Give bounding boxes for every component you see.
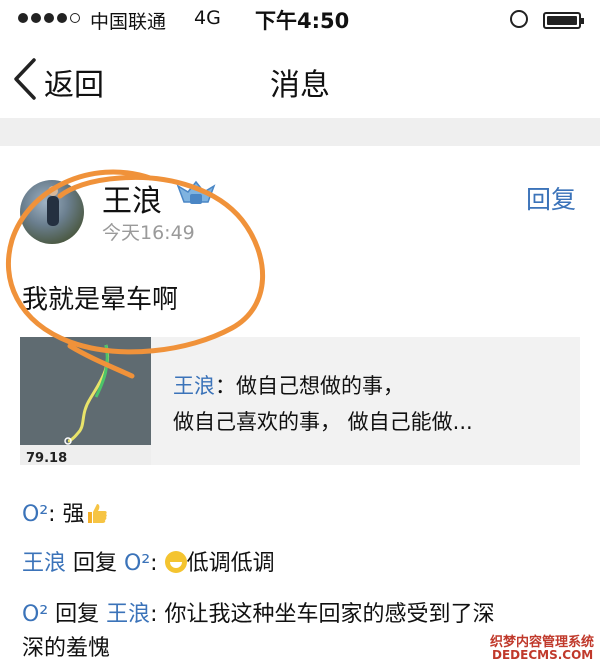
comment-text: : 强	[48, 502, 85, 527]
comment-user[interactable]: O²	[22, 502, 48, 527]
shared-post-thumbnail: 79.18	[20, 337, 151, 465]
comment-separator: :	[150, 551, 165, 576]
comment-item: O²: 强	[22, 496, 109, 528]
status-bar: 中国联通 4G 下午4:50	[0, 0, 600, 40]
comment-user[interactable]: O²	[22, 602, 48, 627]
comment-text: 低调低调	[186, 551, 275, 576]
grinning-emoji-icon	[164, 551, 187, 573]
status-time: 下午4:50	[255, 9, 350, 33]
shared-post-line1: 王浪：做自己想做的事，	[173, 370, 404, 400]
section-divider	[0, 118, 600, 146]
reply-button[interactable]: 回复	[526, 180, 576, 216]
comment-text-continued: 深的羞愧	[22, 636, 111, 661]
navigation-bar: 返回 消息	[0, 40, 600, 118]
shared-post-line2: 做自己喜欢的事， 做自己能做...	[173, 410, 473, 434]
carrier-label: 中国联通	[90, 11, 167, 33]
reply-target[interactable]: 王浪	[106, 602, 150, 627]
comment-user[interactable]: 王浪	[22, 551, 66, 576]
shared-post-text: ：做自己想做的事，	[215, 374, 404, 398]
post-text: 我就是晕车啊	[22, 285, 179, 315]
post-username[interactable]: 王浪	[102, 176, 162, 220]
shared-post-author[interactable]: 王浪	[173, 374, 215, 398]
avatar[interactable]	[20, 180, 84, 244]
page-title: 消息	[270, 68, 330, 103]
comment-item: 王浪 回复 O²: 低调低调	[22, 545, 275, 577]
post-timestamp: 今天16:49	[102, 222, 195, 244]
rotation-lock-icon	[510, 10, 528, 28]
verified-badge-icon	[176, 180, 216, 204]
reply-target[interactable]: O²	[124, 551, 150, 576]
watermark-line2: DEDECMS.COM	[492, 648, 594, 662]
reply-word: 回复	[48, 602, 107, 627]
battery-icon	[543, 12, 584, 29]
thumbs-up-icon	[87, 504, 107, 523]
network-type: 4G	[194, 7, 221, 29]
signal-strength-icon	[18, 13, 80, 23]
comment-item: O² 回复 王浪: 你让我这种坐车回家的感受到了深	[22, 596, 495, 628]
reply-word: 回复	[66, 551, 125, 576]
comment-text: : 你让我这种坐车回家的感受到了深	[150, 602, 495, 627]
shared-post-card[interactable]: 79.18 王浪：做自己想做的事， 做自己喜欢的事， 做自己能做...	[20, 337, 580, 465]
thumbnail-distance: 79.18	[26, 451, 68, 465]
